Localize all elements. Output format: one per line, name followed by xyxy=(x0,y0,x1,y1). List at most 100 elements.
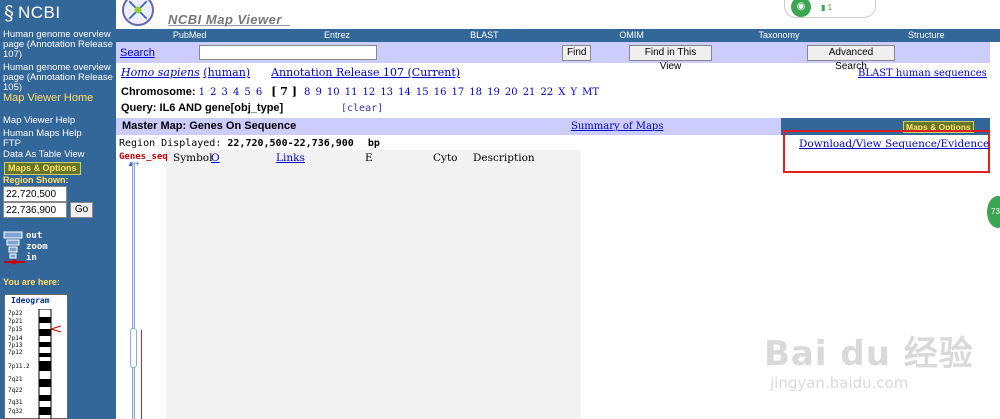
chromosome-link[interactable]: 14 xyxy=(398,87,411,98)
region-to-input[interactable] xyxy=(3,202,67,218)
zoom-out-label[interactable]: out xyxy=(26,231,48,242)
chromosome-link[interactable]: 22 xyxy=(540,87,553,98)
wifi-icon: ◉ xyxy=(791,0,811,17)
highlight-box xyxy=(783,130,990,173)
chromosome-link[interactable]: 9 xyxy=(315,87,321,98)
region-shown-label: Region Shown: xyxy=(3,175,69,185)
download-view-sequence-link[interactable]: Download/View Sequence/Evidence xyxy=(799,138,989,150)
master-map-title: Master Map: Genes On Sequence xyxy=(122,120,297,132)
col-symbol: Symbol xyxy=(173,152,213,164)
nav-blast[interactable]: BLAST xyxy=(411,29,558,42)
band-label: 7p21 xyxy=(8,318,23,325)
zoom-labels: out zoom in xyxy=(26,231,48,264)
search-link[interactable]: Search xyxy=(120,47,155,59)
ideogram-panel[interactable]: Ideogram 7p22 7p21 7p15 7p14 7p13 7p12 7… xyxy=(4,294,68,419)
chromosome-link[interactable]: 19 xyxy=(487,87,500,98)
chromosome-link[interactable]: 16 xyxy=(434,87,447,98)
chromosome-link[interactable]: 17 xyxy=(452,87,465,98)
ncbi-logo-text: NCBI xyxy=(18,3,61,22)
query-label: Query: xyxy=(121,102,157,114)
nav-taxonomy[interactable]: Taxonomy xyxy=(705,29,852,42)
region-from-input[interactable] xyxy=(3,186,67,202)
chromosome-link[interactable]: 21 xyxy=(523,87,536,98)
ncbi-logo[interactable]: § NCBI xyxy=(4,1,61,25)
summary-of-maps-link[interactable]: Summary of Maps xyxy=(571,121,663,132)
nav-entrez[interactable]: Entrez xyxy=(263,29,410,42)
chromosome-link[interactable]: 10 xyxy=(327,87,340,98)
chromosome-link[interactable]: 13 xyxy=(380,87,393,98)
band-label: 7p14 xyxy=(8,335,23,342)
band-label: 7q31 xyxy=(8,399,23,406)
col-links[interactable]: Links xyxy=(276,152,305,164)
chromosome-selector: Chromosome: 1 2 3 4 5 6 [ 7 ] 8 9 10 11 … xyxy=(121,85,601,98)
nav-omim[interactable]: OMIM xyxy=(558,29,705,42)
chromosome-link[interactable]: 6 xyxy=(256,87,262,98)
nav-pubmed[interactable]: PubMed xyxy=(116,29,263,42)
region-displayed-range: 22,720,500-22,736,900 xyxy=(227,138,354,149)
region-displayed: Region Displayed: 22,720,500-22,736,900 … xyxy=(119,138,380,149)
find-in-view-button[interactable]: Find in This View xyxy=(629,45,712,72)
search-input[interactable] xyxy=(199,45,377,60)
band-label: 7p22 xyxy=(8,310,23,317)
go-button[interactable]: Go xyxy=(70,202,93,218)
clear-query-link[interactable]: [clear] xyxy=(341,103,383,114)
map-viewer-title-text: NCBI Map Viewer xyxy=(168,12,282,27)
baidu-watermark: Bai du 经验 jingyan.baidu.com xyxy=(760,322,980,402)
chromosome-link[interactable]: X xyxy=(558,87,565,98)
chromosome-link[interactable]: 8 xyxy=(304,87,310,98)
gene-position-line xyxy=(141,330,142,419)
zoom-in-label[interactable]: in xyxy=(26,253,48,264)
advanced-search-button[interactable]: Advanced Search xyxy=(807,45,895,72)
find-button[interactable]: Find xyxy=(562,45,591,61)
left-sidebar: § NCBI Human genome overview page (Annot… xyxy=(0,0,116,419)
chromosome-link[interactable]: 4 xyxy=(233,87,239,98)
chromosome-link[interactable]: Y xyxy=(570,87,577,98)
chromosome-link[interactable]: 2 xyxy=(210,87,216,98)
zoom-word-label: zoom xyxy=(26,242,48,252)
chromosome-link[interactable]: 15 xyxy=(416,87,429,98)
nav-structure[interactable]: Structure xyxy=(853,29,1000,42)
chromosome-link[interactable]: 5 xyxy=(244,87,250,98)
chromosome-link[interactable]: 12 xyxy=(363,87,376,98)
ideogram-title: Ideogram xyxy=(11,296,50,305)
chromosome-link[interactable]: 18 xyxy=(469,87,482,98)
chromosome-link[interactable]: MT xyxy=(582,87,599,98)
page-header: NCBI Map Viewer ◉ ▮ 1 xyxy=(116,0,1000,29)
map-viewer-logo-icon[interactable] xyxy=(122,0,154,26)
col-o-link[interactable]: O xyxy=(211,152,220,164)
annotation-release-link[interactable]: Annotation Release 107 (Current) xyxy=(271,66,460,79)
you-are-here-label: You are here: xyxy=(3,277,60,287)
chromosome-link[interactable]: 11 xyxy=(345,87,358,98)
ftp-link[interactable]: FTP xyxy=(3,139,115,149)
band-label: 7p15 xyxy=(8,326,23,333)
query-row: Query: IL6 AND gene[obj_type] xyxy=(121,102,283,114)
ncbi-helix-icon: § xyxy=(4,1,14,25)
chromosome-link[interactable]: 3 xyxy=(222,87,228,98)
sequence-region-marker[interactable] xyxy=(130,328,137,368)
chromosome-selected: [ 7 ] xyxy=(271,85,297,98)
band-label: 7p11.2 xyxy=(8,363,30,370)
genome-overview-link-105[interactable]: Human genome overview page (Annotation R… xyxy=(3,63,115,93)
col-cyto: Cyto xyxy=(433,152,458,164)
chromosome-link[interactable]: 1 xyxy=(199,87,205,98)
genome-overview-link-107[interactable]: Human genome overview page (Annotation R… xyxy=(3,30,115,60)
top-nav-bar: PubMed Entrez BLAST OMIM Taxonomy Struct… xyxy=(116,29,1000,42)
species-common-link[interactable]: (human) xyxy=(203,66,250,79)
query-value: IL6 AND gene[obj_type] xyxy=(159,102,284,114)
maps-options-button[interactable]: Maps & Options xyxy=(4,162,81,175)
species-link[interactable]: Homo sapiens xyxy=(121,66,200,79)
map-viewer-help-link[interactable]: Map Viewer Help xyxy=(3,116,115,126)
floating-side-badge[interactable]: 73 xyxy=(987,196,1000,228)
blast-human-sequences-link[interactable]: BLAST human sequences xyxy=(858,68,987,79)
annotation-line: Homo sapiens (human) Annotation Release … xyxy=(121,66,460,79)
col-e: E xyxy=(365,152,373,164)
data-as-table-link[interactable]: Data As Table View xyxy=(3,150,115,160)
master-map-bar: Master Map: Genes On Sequence xyxy=(116,118,781,135)
sequence-track[interactable] xyxy=(132,162,135,419)
col-description: Description xyxy=(473,152,535,164)
network-status-widget[interactable]: ◉ ▮ 1 xyxy=(784,0,876,18)
map-viewer-home-link[interactable]: Map Viewer Home xyxy=(3,93,115,104)
map-grid-area xyxy=(166,150,581,419)
watermark-sub: jingyan.baidu.com xyxy=(770,374,909,392)
chromosome-link[interactable]: 20 xyxy=(505,87,518,98)
